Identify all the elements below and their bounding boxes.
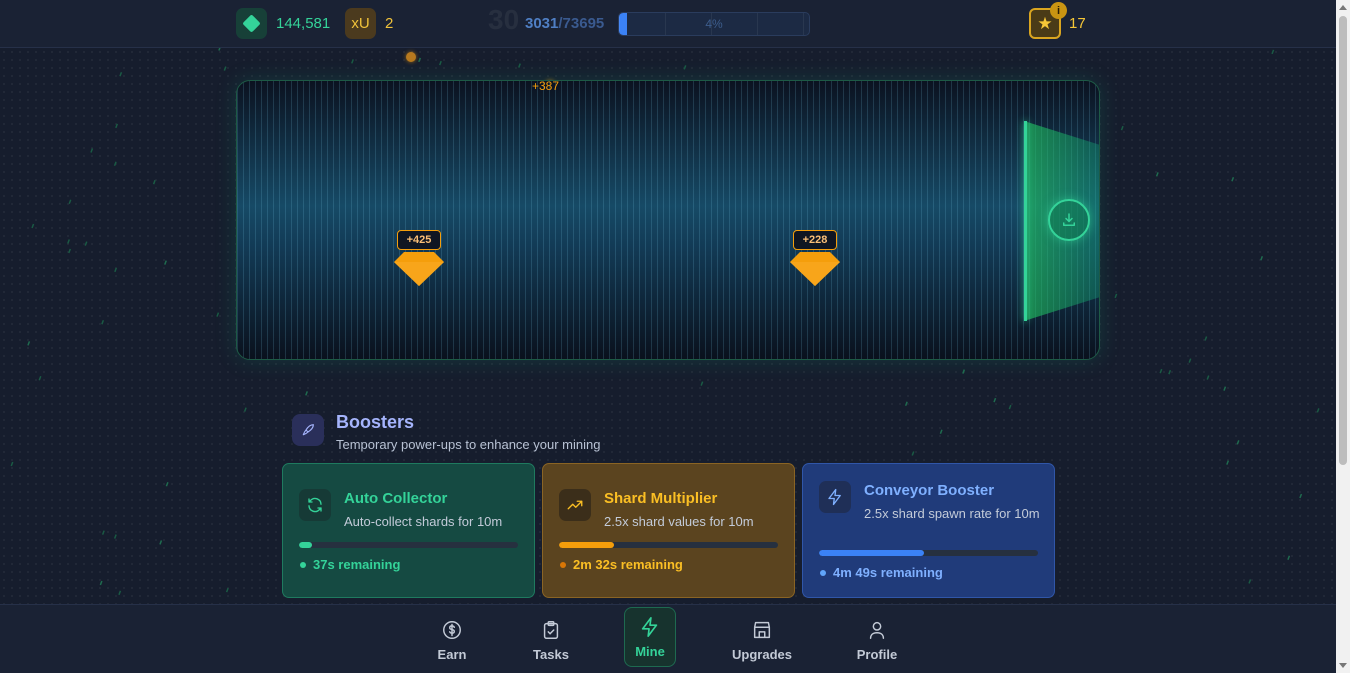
scroll-thumb[interactable]	[1339, 16, 1347, 465]
xu-token-badge: xU	[345, 8, 376, 39]
top-bar: 144,581 xU 2 30 3031/73695 4% ★ i 17	[0, 0, 1336, 48]
scroll-down-arrow-icon[interactable]	[1339, 663, 1347, 668]
booster-progress-fill	[559, 542, 614, 548]
gem-count: 144,581	[276, 15, 331, 32]
shard-value: +228	[793, 230, 837, 250]
progress-current: 3031	[525, 15, 559, 32]
booster-status: 37s remaining	[300, 557, 400, 572]
page-scrollbar[interactable]	[1336, 0, 1350, 673]
booster-progress-fill	[299, 542, 313, 548]
booster-title: Auto Collector	[344, 490, 448, 507]
nav-label: Earn	[437, 647, 467, 662]
clipboard-icon	[543, 621, 559, 639]
booster-time-remaining: 37s remaining	[313, 557, 401, 572]
xu-count: 2	[385, 15, 394, 32]
mine-conveyor-area[interactable]: +425 +228	[236, 80, 1100, 360]
gem-currency-badge	[236, 8, 267, 39]
booster-card-shard-multiplier[interactable]: Shard Multiplier 2.5x shard values for 1…	[542, 463, 795, 598]
booster-progress-fill	[819, 550, 925, 556]
level-progress-bar: 4%	[618, 12, 810, 36]
booster-card-auto-collector[interactable]: Auto Collector Auto-collect shards for 1…	[282, 463, 535, 598]
info-icon[interactable]: i	[1050, 2, 1067, 19]
progress-total: 73695	[562, 15, 605, 32]
nav-label: Profile	[856, 647, 898, 662]
diamond-shard-icon	[394, 252, 444, 286]
gem-icon	[242, 14, 261, 33]
shard-value: +425	[397, 230, 441, 250]
shard[interactable]: +228	[789, 230, 841, 290]
floating-gain-text: +387	[532, 79, 560, 93]
status-dot	[300, 561, 306, 568]
star-level-button[interactable]: ★ i	[1029, 2, 1067, 39]
nav-item-mine[interactable]: Mine	[624, 607, 676, 667]
star-icon: ★	[1037, 13, 1053, 33]
booster-description: 2.5x shard spawn rate for 10m	[864, 506, 1040, 521]
nav-label: Mine	[635, 644, 665, 659]
refresh-icon	[299, 489, 331, 521]
trending-up-icon	[559, 489, 591, 521]
collector-button[interactable]	[1048, 199, 1090, 241]
coin-particle	[406, 52, 416, 62]
boosters-heading: Boosters	[336, 412, 415, 432]
nav-item-earn[interactable]: Earn	[420, 617, 484, 667]
booster-time-remaining: 2m 32s remaining	[573, 557, 683, 572]
nav-label: Upgrades	[732, 647, 792, 662]
lightning-icon	[641, 617, 658, 637]
lightning-icon	[819, 481, 851, 513]
download-icon	[1063, 213, 1075, 226]
nav-item-tasks[interactable]: Tasks	[519, 617, 583, 667]
booster-progress-track	[299, 542, 518, 548]
nav-label: Tasks	[533, 647, 569, 662]
booster-title: Conveyor Booster	[864, 482, 995, 499]
shard[interactable]: +425	[393, 230, 445, 290]
user-icon	[869, 621, 885, 639]
collector-edge	[1024, 121, 1027, 321]
level-progress-text: 3031/73695	[525, 15, 604, 32]
background-number: 30	[488, 4, 520, 35]
booster-description: Auto-collect shards for 10m	[344, 514, 503, 529]
nav-item-profile[interactable]: Profile	[845, 617, 909, 667]
bottom-navigation: Earn Tasks Mine Upgrades Profile	[0, 604, 1336, 673]
booster-description: 2.5x shard values for 10m	[604, 514, 754, 529]
booster-status: 4m 49s remaining	[820, 565, 943, 580]
store-icon	[753, 621, 771, 639]
status-dot	[560, 561, 566, 568]
dollar-icon	[443, 621, 461, 639]
rocket-icon	[292, 414, 324, 446]
star-count: 17	[1069, 15, 1086, 32]
scroll-up-arrow-icon[interactable]	[1339, 5, 1347, 10]
booster-status: 2m 32s remaining	[560, 557, 683, 572]
nav-item-upgrades[interactable]: Upgrades	[729, 617, 795, 667]
booster-progress-track	[559, 542, 778, 548]
booster-progress-track	[819, 550, 1038, 556]
booster-title: Shard Multiplier	[604, 490, 718, 507]
level-progress-percent: 4%	[705, 17, 723, 31]
status-dot	[820, 569, 826, 576]
diamond-shard-icon	[790, 252, 840, 286]
booster-card-conveyor-booster[interactable]: Conveyor Booster 2.5x shard spawn rate f…	[802, 463, 1055, 598]
boosters-subtitle: Temporary power-ups to enhance your mini…	[336, 437, 601, 452]
booster-time-remaining: 4m 49s remaining	[833, 565, 943, 580]
